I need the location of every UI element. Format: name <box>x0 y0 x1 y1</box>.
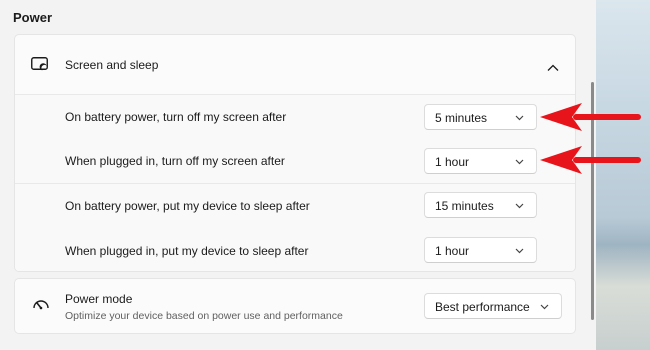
settings-row: On battery power, put my device to sleep… <box>15 184 575 228</box>
screen-sleep-label: Screen and sleep <box>65 58 159 72</box>
dropdown-value: 5 minutes <box>435 111 488 125</box>
chevron-down-icon <box>515 159 524 165</box>
red-arrow-annotation <box>540 103 641 131</box>
dropdown-value: 1 hour <box>435 155 470 169</box>
power-mode-description: Optimize your device based on power use … <box>65 310 343 322</box>
plugged-sleep-dropdown[interactable]: 1 hour <box>424 237 537 263</box>
dropdown-value: Best performance <box>435 300 530 314</box>
battery-sleep-dropdown[interactable]: 15 minutes <box>424 192 537 218</box>
row-label: When plugged in, turn off my screen afte… <box>65 154 285 168</box>
screen-sleep-icon <box>31 57 48 71</box>
dropdown-value: 15 minutes <box>435 199 494 213</box>
plugged-screen-off-dropdown[interactable]: 1 hour <box>424 148 537 174</box>
settings-row: When plugged in, put my device to sleep … <box>15 228 575 271</box>
power-mode-card: Power mode Optimize your device based on… <box>14 278 576 334</box>
settings-row: On battery power, turn off my screen aft… <box>15 95 575 139</box>
screen-sleep-header[interactable]: Screen and sleep <box>15 35 575 95</box>
settings-pane: Power Screen and sleep On battery power,… <box>0 0 596 350</box>
dropdown-value: 1 hour <box>435 244 470 258</box>
chevron-down-icon <box>540 304 549 310</box>
screen-sleep-card: Screen and sleep On battery power, turn … <box>14 34 576 272</box>
chevron-up-icon[interactable] <box>547 59 559 71</box>
row-label: When plugged in, put my device to sleep … <box>65 243 309 258</box>
power-mode-dropdown[interactable]: Best performance <box>424 293 562 319</box>
settings-row: When plugged in, turn off my screen afte… <box>15 139 575 183</box>
chevron-down-icon <box>515 248 524 254</box>
row-label: On battery power, turn off my screen aft… <box>65 110 287 124</box>
section-title: Power <box>13 10 53 25</box>
power-mode-label: Power mode <box>65 292 133 306</box>
battery-screen-off-dropdown[interactable]: 5 minutes <box>424 104 537 130</box>
red-arrow-annotation <box>540 146 641 174</box>
power-mode-gauge-icon <box>32 297 50 315</box>
row-label: On battery power, put my device to sleep… <box>65 199 310 213</box>
chevron-down-icon <box>515 203 524 209</box>
chevron-down-icon <box>515 115 524 121</box>
